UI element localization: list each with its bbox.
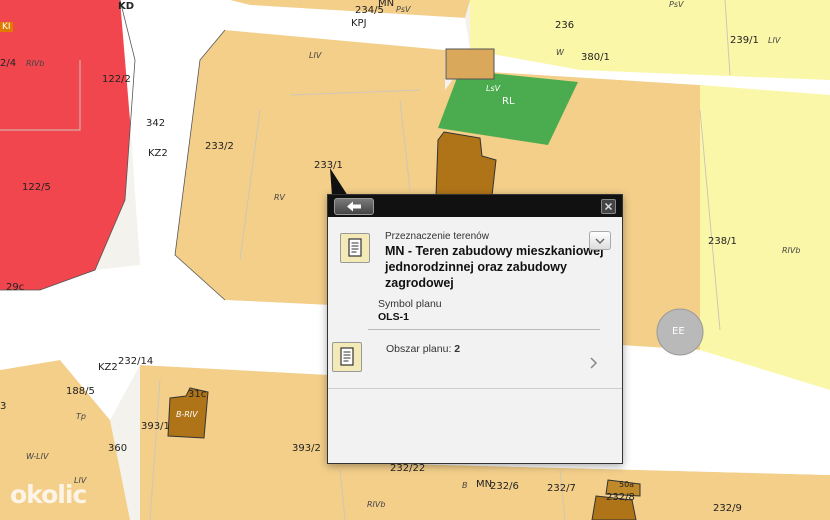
parcel-label: 31c bbox=[188, 389, 207, 400]
arrow-left-icon bbox=[347, 201, 361, 212]
chevron-right-icon[interactable] bbox=[589, 355, 599, 371]
close-icon bbox=[604, 202, 613, 211]
parcel-label: 2/4 bbox=[0, 58, 17, 69]
section-label: Przeznaczenie terenów bbox=[385, 231, 489, 242]
parcel-label: 342 bbox=[146, 118, 166, 129]
parcel-label: 232/8 bbox=[606, 492, 635, 503]
parcel-label: 232/9 bbox=[713, 503, 742, 514]
parcel-label: 232/7 bbox=[547, 483, 576, 494]
symbol-label: Symbol planu bbox=[378, 298, 442, 310]
watermark: okolic bbox=[10, 480, 87, 509]
parcel-label: 232/6 bbox=[490, 481, 519, 492]
parcel-label: PsV bbox=[669, 0, 684, 9]
parcel-label: B bbox=[462, 481, 468, 490]
info-popup: Przeznaczenie terenów MN - Teren zabudow… bbox=[327, 194, 623, 464]
parcel-label: EE bbox=[672, 326, 685, 337]
parcel-label: RIVb bbox=[367, 500, 386, 509]
parcel-label: 122/2 bbox=[102, 74, 131, 85]
parcel-label: RIVb bbox=[26, 59, 45, 68]
parcel-label: 380/1 bbox=[581, 52, 610, 63]
parcel-label: PsV bbox=[396, 5, 411, 14]
parcel-label: 29c bbox=[6, 282, 25, 293]
parcel-label: 393/1 bbox=[141, 421, 170, 432]
parcel-label: LIV bbox=[309, 51, 322, 60]
parcel-label: 238/1 bbox=[708, 236, 737, 247]
parcel-label: 393/2 bbox=[292, 443, 321, 454]
parcel-label: RV bbox=[274, 193, 286, 202]
parcel-label: RIVb bbox=[782, 246, 801, 255]
symbol-value: OLS-1 bbox=[378, 311, 409, 323]
parcel-label: W-LIV bbox=[26, 452, 49, 461]
building[interactable] bbox=[445, 48, 495, 80]
area-label: Obszar planu: bbox=[386, 343, 452, 355]
divider bbox=[368, 329, 600, 330]
popup-title: MN - Teren zabudowy mieszkaniowej jednor… bbox=[385, 244, 604, 290]
parcel-label: 239/1 bbox=[730, 35, 759, 46]
parcel-label: KD bbox=[118, 1, 135, 12]
parcel-label: 188/5 bbox=[66, 386, 95, 397]
parcel-label: 3 bbox=[0, 401, 7, 412]
parcel-label: KPJ bbox=[351, 18, 367, 29]
parcel-label: MN bbox=[378, 0, 395, 9]
popup-header bbox=[328, 195, 622, 217]
close-button[interactable] bbox=[601, 199, 616, 214]
map-badge: KI bbox=[0, 22, 13, 32]
parcel-label: 50a bbox=[619, 480, 635, 489]
parcel-label: KZ2 bbox=[148, 148, 168, 159]
parcel-label: RL bbox=[502, 96, 515, 107]
expand-button[interactable] bbox=[589, 231, 611, 250]
parcel-label: Tp bbox=[76, 412, 86, 421]
parcel-label: B-RIV bbox=[176, 410, 198, 419]
parcel-label: LsV bbox=[486, 84, 501, 93]
parcel-label: 233/2 bbox=[205, 141, 234, 152]
parcel-label: W bbox=[556, 48, 564, 57]
parcel-label: 360 bbox=[108, 443, 128, 454]
back-button[interactable] bbox=[334, 198, 374, 215]
chevron-down-icon bbox=[595, 238, 605, 244]
parcel-label: 232/22 bbox=[390, 463, 426, 474]
parcel-label: LIV bbox=[768, 36, 781, 45]
parcel-label: 233/1 bbox=[314, 160, 343, 171]
parcel-label: 236 bbox=[555, 20, 575, 31]
parcel-label: 122/5 bbox=[22, 182, 51, 193]
document-icon[interactable] bbox=[340, 233, 370, 263]
parcel-label: 232/14 bbox=[118, 356, 154, 367]
area-value: 2 bbox=[454, 343, 461, 355]
divider bbox=[328, 388, 622, 389]
document-icon[interactable] bbox=[332, 342, 362, 372]
area-row[interactable]: Obszar planu: 2 bbox=[386, 343, 460, 355]
parcel-label: KZ2 bbox=[98, 362, 118, 373]
